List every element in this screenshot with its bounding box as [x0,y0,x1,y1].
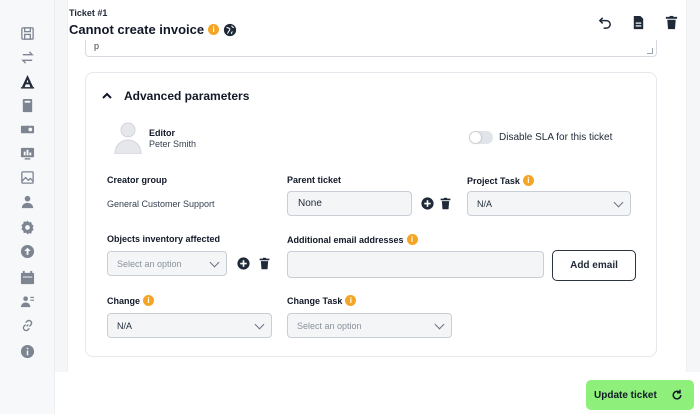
change-select[interactable]: N/A [107,313,272,338]
image-icon[interactable] [18,168,36,186]
advanced-parameters-title: Advanced parameters [124,89,250,103]
additional-email-label-text: Additional email addresses [287,234,404,245]
project-task-label-text: Project Task [467,175,520,186]
trash-icon [440,197,450,209]
ticket-number: Ticket #1 [69,8,108,18]
update-ticket-button[interactable]: Update ticket [586,380,694,410]
editor-role: Editor [149,128,175,138]
chevron-up-icon [102,92,112,99]
add-object-button[interactable] [236,256,250,270]
creator-group-label: Creator group [107,175,167,185]
add-parent-ticket-button[interactable] [420,196,434,210]
avatar [114,122,142,154]
save-icon[interactable] [18,24,36,42]
change-label: Change i [107,295,155,306]
project-task-select[interactable]: N/A [467,191,631,216]
calendar-icon[interactable] [18,268,36,286]
info-icon[interactable]: i [208,24,220,35]
objects-inventory-select[interactable]: Select an option [107,251,227,276]
switch-icon[interactable] [18,48,36,66]
change-task-label: Change Task i [287,295,357,306]
sla-toggle[interactable] [469,131,493,144]
creator-group-value: General Customer Support [107,199,215,209]
additional-email-label: Additional email addresses i [287,234,418,245]
badge-icon[interactable] [18,120,36,138]
plus-circle-icon [236,256,250,270]
project-task-label: Project Task i [467,175,534,186]
parent-ticket-input[interactable]: None [287,191,412,216]
change-info-icon[interactable]: i [143,295,155,306]
toggle-knob [470,132,481,143]
chevron-down-icon [209,257,220,267]
upload-icon[interactable] [18,242,36,260]
change-task-label-text: Change Task [287,295,343,306]
calculator-icon[interactable] [18,96,36,114]
page-title: Cannot create invoice i [69,22,237,37]
sidebar [0,0,55,414]
change-value: N/A [117,320,133,331]
additional-email-info-icon[interactable]: i [406,234,418,245]
chevron-down-icon [434,319,445,329]
project-task-info-icon[interactable]: i [522,175,534,186]
sla-toggle-label: Disable SLA for this ticket [499,132,613,143]
ticket-icon[interactable] [18,72,36,90]
creator-group-label-text: Creator group [107,175,168,185]
globe-icon[interactable] [223,23,237,37]
undo-button[interactable] [596,13,614,31]
parent-ticket-label-text: Parent ticket [287,175,342,185]
document-button[interactable] [629,13,647,31]
additional-email-input[interactable] [287,251,544,278]
resize-handle-icon[interactable] [647,48,653,54]
advanced-parameters-toggle[interactable]: Advanced parameters [102,89,249,103]
user-group-icon[interactable] [18,292,36,310]
change-label-text: Change [107,295,141,306]
plus-circle-icon [420,196,434,210]
delete-button[interactable] [662,13,680,31]
remove-object-button[interactable] [257,256,271,270]
update-ticket-label: Update ticket [594,389,657,401]
parent-ticket-label: Parent ticket [287,175,341,185]
editor-name: Peter Smith [149,139,197,149]
parent-ticket-value: None [298,198,322,209]
change-task-info-icon[interactable]: i [345,295,357,306]
change-task-select[interactable]: Select an option [287,313,452,338]
objects-inventory-label-text: Objects inventory affected [107,234,221,244]
refresh-icon [672,389,682,400]
change-task-placeholder: Select an option [297,320,362,331]
user-icon[interactable] [18,192,36,210]
remove-parent-ticket-button[interactable] [438,196,452,210]
description-value: p [94,41,100,51]
chevron-down-icon [613,197,624,207]
ticket-title-text: Cannot create invoice [69,22,205,37]
project-task-value: N/A [477,198,493,209]
chart-icon[interactable] [18,144,36,162]
objects-inventory-placeholder: Select an option [117,258,182,269]
objects-inventory-label: Objects inventory affected [107,234,220,244]
add-email-button[interactable]: Add email [552,250,636,281]
info-icon[interactable] [18,342,36,360]
settings-icon[interactable] [18,218,36,236]
trash-icon [259,257,269,269]
link-icon[interactable] [18,316,36,334]
description-textarea[interactable]: p [85,40,657,57]
chevron-down-icon [254,319,265,329]
